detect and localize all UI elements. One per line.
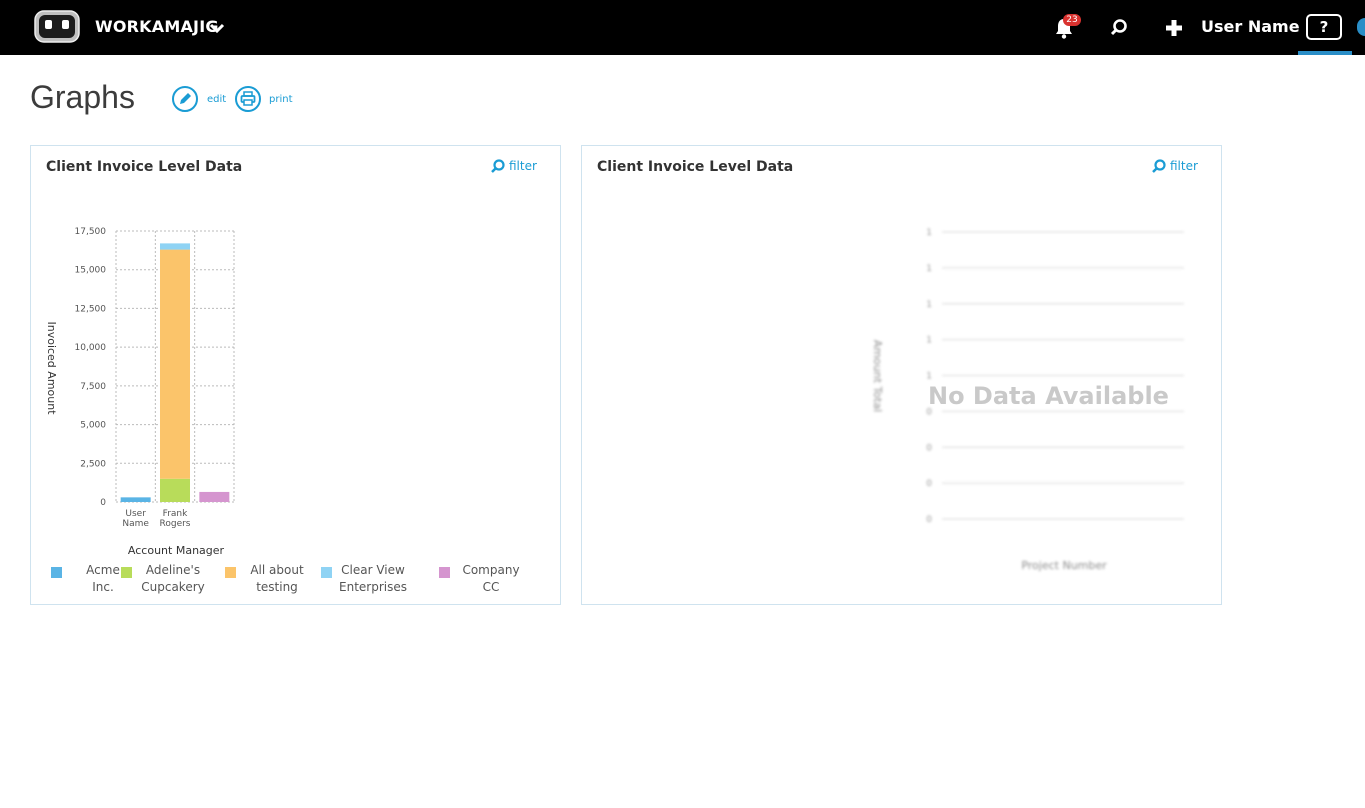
bar-segment xyxy=(160,478,190,502)
app-name[interactable]: WORKAMAJIG xyxy=(95,17,219,36)
pencil-icon xyxy=(180,93,191,104)
legend-label: Clear View xyxy=(341,563,405,577)
legend-label: Enterprises xyxy=(339,580,407,594)
active-indicator xyxy=(1298,51,1352,55)
y-tick-label: 10,000 xyxy=(75,343,107,353)
legend-label: Company xyxy=(462,563,519,577)
y-tick-label: 17,500 xyxy=(75,227,107,237)
y-tick-label: 0 xyxy=(926,443,932,453)
x-tick-label: User xyxy=(125,509,146,519)
notification-badge: 23 xyxy=(1063,14,1081,26)
y-tick-label: 0 xyxy=(926,479,932,489)
y-tick-label: 1 xyxy=(926,336,932,346)
legend-label: Acme xyxy=(86,563,120,577)
bar-segment xyxy=(120,497,151,502)
x-tick-label: Name xyxy=(122,519,149,529)
chart-panel-invoice-by-manager: Client Invoice Level Data filter 17,500 1… xyxy=(30,145,561,605)
user-menu[interactable]: User Name xyxy=(1201,17,1300,36)
y-tick-label: 2,500 xyxy=(80,459,106,469)
bar-segment xyxy=(199,491,230,502)
top-navigation-bar: WORKAMAJIG 23 User Name ? xyxy=(0,0,1365,55)
chevron-down-icon[interactable] xyxy=(208,19,226,37)
search-icon[interactable] xyxy=(1109,17,1129,37)
legend-label: All about xyxy=(250,563,304,577)
no-data-message: No Data Available xyxy=(928,382,1169,410)
legend-swatch xyxy=(439,567,450,578)
y-tick-label: 5,000 xyxy=(80,421,106,431)
stacked-bar-chart: 17,500 15,000 12,500 10,000 7,500 5,000 2,500 0… xyxy=(45,227,520,594)
print-button[interactable] xyxy=(235,86,261,112)
legend-label: Adeline's xyxy=(146,563,200,577)
edge-status-icon[interactable] xyxy=(1357,18,1365,36)
help-button[interactable]: ? xyxy=(1306,14,1342,40)
legend-label: Inc. xyxy=(92,580,114,594)
legend-swatch xyxy=(225,567,236,578)
legend-label: CC xyxy=(483,580,500,594)
chart-panel-invoice-by-project: Client Invoice Level Data filter 1111100… xyxy=(581,145,1222,605)
bar-segment xyxy=(160,249,190,479)
y-axis-label: Amount Total xyxy=(871,340,884,412)
legend-swatch xyxy=(121,567,132,578)
workamajig-logo-icon[interactable] xyxy=(34,10,80,43)
y-tick-label: 1 xyxy=(926,264,932,274)
plus-icon[interactable] xyxy=(1163,17,1185,39)
y-tick-label: 7,500 xyxy=(80,382,106,392)
edit-label[interactable]: edit xyxy=(207,94,226,105)
y-tick-label: 12,500 xyxy=(75,304,107,314)
print-label[interactable]: print xyxy=(269,94,293,105)
x-axis-label: Project Number xyxy=(1021,559,1107,572)
x-tick-label: Frank xyxy=(163,509,188,519)
legend-label: testing xyxy=(256,580,298,594)
y-tick-label: 1 xyxy=(926,300,932,310)
bar-segment xyxy=(160,243,190,250)
legend-swatch xyxy=(51,567,62,578)
y-tick-label: 1 xyxy=(926,228,932,238)
empty-chart-placeholder: 111110000Project NumberAmount Total xyxy=(871,228,1184,572)
x-tick-label: Rogers xyxy=(160,519,191,529)
y-tick-label: 15,000 xyxy=(75,266,107,276)
legend-label: Cupcakery xyxy=(141,580,205,594)
legend-swatch xyxy=(321,567,332,578)
y-axis-label: Invoiced Amount xyxy=(45,321,58,415)
y-tick-label: 1 xyxy=(926,372,932,382)
edit-button[interactable] xyxy=(172,86,198,112)
page-title: Graphs xyxy=(30,79,135,115)
y-tick-label: 0 xyxy=(926,515,932,525)
y-tick-label: 0 xyxy=(100,498,106,508)
printer-icon xyxy=(240,91,256,106)
x-axis-label: Account Manager xyxy=(128,544,225,557)
